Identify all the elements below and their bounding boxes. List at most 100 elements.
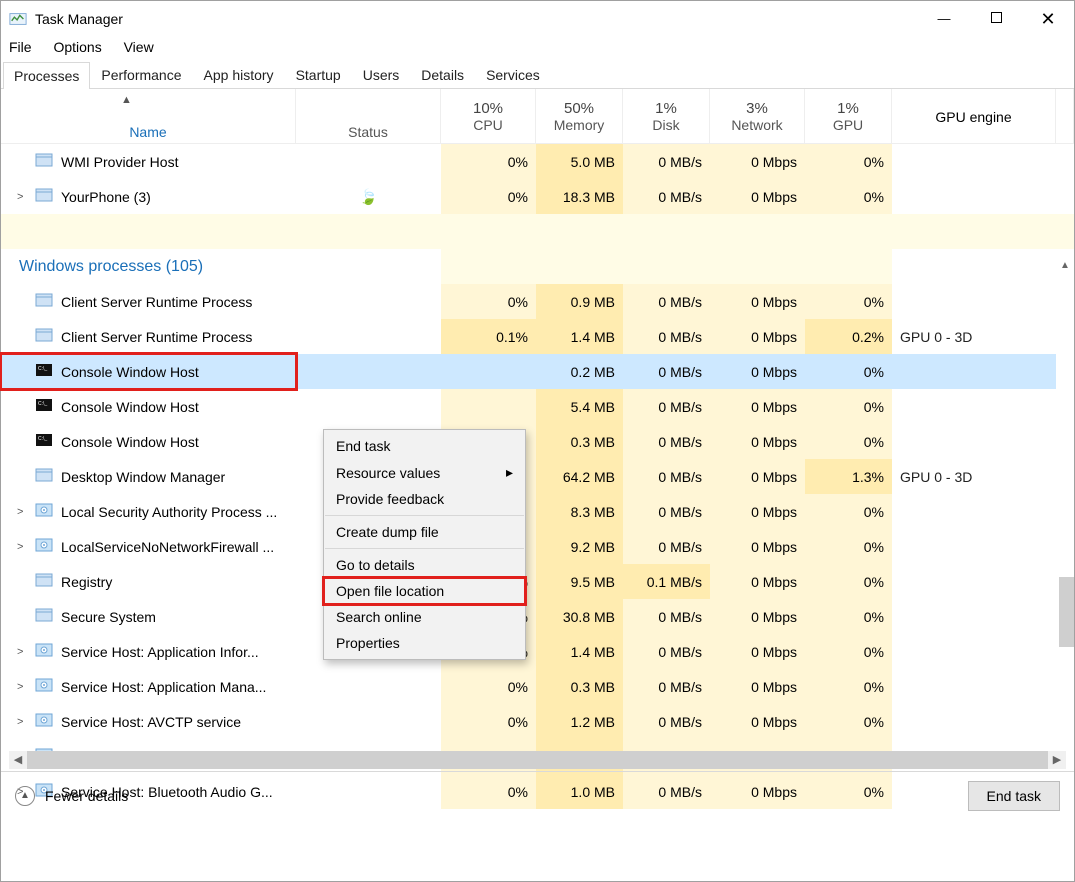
table-row[interactable]: Desktop Window Manager64.2 MB0 MB/s0 Mbp… [1, 459, 1074, 494]
expand-chevron-icon[interactable]: > [17, 646, 27, 658]
horizontal-scroll-thumb[interactable] [27, 751, 1048, 769]
mem-cell: 5.0 MB [536, 144, 623, 179]
context-menu-item-properties[interactable]: Properties [324, 630, 525, 656]
process-icon: C:\_ [35, 431, 53, 452]
tab-startup[interactable]: Startup [285, 61, 352, 88]
disk-cell: 0 MB/s [623, 319, 710, 354]
process-name-cell[interactable]: Client Server Runtime Process [1, 319, 296, 354]
gpu-cell: 0% [805, 389, 892, 424]
expand-chevron-icon[interactable]: > [17, 541, 27, 553]
process-name-cell[interactable]: > YourPhone (3) [1, 179, 296, 214]
tab-details[interactable]: Details [410, 61, 475, 88]
end-task-button[interactable]: End task [968, 781, 1060, 811]
expand-chevron-icon[interactable]: > [17, 191, 27, 203]
table-row[interactable]: >Service Host: Application Infor...0%1.4… [1, 634, 1074, 669]
table-row[interactable]: C:\_Console Window Host0.2 MB0 MB/s0 Mbp… [1, 354, 1074, 389]
table-row[interactable]: Registry0%9.5 MB0.1 MB/s0 Mbps0% [1, 564, 1074, 599]
col-cpu[interactable]: 10%CPU [441, 89, 536, 144]
svg-text:C:\_: C:\_ [38, 401, 47, 407]
menu-options[interactable]: Options [53, 39, 101, 55]
table-row[interactable]: WMI Provider Host0%5.0 MB0 MB/s0 Mbps0% [1, 144, 1074, 179]
process-name-cell[interactable]: >Service Host: Application Mana... [1, 669, 296, 704]
mem-cell: 64.2 MB [536, 459, 623, 494]
vertical-scrollbar[interactable]: ▲ [1056, 257, 1074, 749]
table-row[interactable]: Client Server Runtime Process0%0.9 MB0 M… [1, 284, 1074, 319]
disk-cell: 0 MB/s [623, 389, 710, 424]
context-menu-label: Go to details [336, 557, 415, 573]
table-row[interactable]: Client Server Runtime Process0.1%1.4 MB0… [1, 319, 1074, 354]
mem-cell: 8.3 MB [536, 494, 623, 529]
context-menu-item-open-file-location[interactable]: Open file location [324, 578, 525, 604]
context-menu-item-go-to-details[interactable]: Go to details [324, 552, 525, 578]
tab-performance[interactable]: Performance [90, 61, 192, 88]
table-row[interactable]: >LocalServiceNoNetworkFirewall ... 9.2 MB… [1, 529, 1074, 564]
cpu-cell [441, 389, 536, 424]
process-name-cell[interactable]: >Local Security Authority Process ... [1, 494, 296, 529]
context-menu-item-end-task[interactable]: End task [324, 433, 525, 459]
gpu-engine-cell [892, 354, 1056, 389]
mem-cell: 30.8 MB [536, 599, 623, 634]
fewer-details-button[interactable]: ▲ Fewer details [15, 786, 128, 806]
group-header-row[interactable]: Windows processes (105) [1, 249, 1074, 284]
tab-users[interactable]: Users [352, 61, 411, 88]
process-name-cell[interactable]: >Service Host: Application Infor... [1, 634, 296, 669]
table-row[interactable]: >Service Host: Application Mana...0%0.3 … [1, 669, 1074, 704]
mem-cell: 9.2 MB [536, 529, 623, 564]
menu-file[interactable]: File [9, 39, 32, 55]
expand-chevron-icon[interactable]: > [17, 716, 27, 728]
process-name: YourPhone (3) [61, 189, 151, 205]
context-menu-item-create-dump-file[interactable]: Create dump file [324, 519, 525, 545]
context-menu-item-search-online[interactable]: Search online [324, 604, 525, 630]
status-cell [296, 319, 441, 354]
expand-chevron-icon[interactable]: > [17, 506, 27, 518]
process-name-cell[interactable]: Registry [1, 564, 296, 599]
table-row[interactable]: C:\_Console Window Host5.4 MB0 MB/s0 Mbp… [1, 389, 1074, 424]
scroll-up-icon[interactable]: ▲ [1056, 257, 1074, 275]
process-name-cell[interactable]: WMI Provider Host [1, 144, 296, 179]
process-icon [35, 186, 53, 207]
process-name-cell[interactable]: Client Server Runtime Process [1, 284, 296, 319]
col-memory[interactable]: 50%Memory [536, 89, 623, 144]
col-network[interactable]: 3%Network [710, 89, 805, 144]
process-name-cell[interactable]: >Service Host: AVCTP service [1, 704, 296, 739]
close-button[interactable]: ✕ [1022, 4, 1074, 34]
col-gpu[interactable]: 1%GPU [805, 89, 892, 144]
cpu-cell: 0% [441, 704, 536, 739]
table-row[interactable]: C:\_Console Window Host0.3 MB0 MB/s0 Mbp… [1, 424, 1074, 459]
menu-view[interactable]: View [124, 39, 154, 55]
table-row[interactable]: >YourPhone (3)🍃0%18.3 MB0 MB/s0 Mbps0% [1, 179, 1074, 214]
col-disk[interactable]: 1%Disk [623, 89, 710, 144]
scroll-left-icon[interactable]: ◀ [9, 751, 27, 769]
process-name-cell[interactable]: C:\_ Console Window Host [1, 389, 296, 424]
maximize-button[interactable] [970, 4, 1022, 34]
context-menu-label: Resource values [336, 465, 440, 481]
context-menu-label: Provide feedback [336, 491, 444, 507]
context-menu-item-resource-values[interactable]: Resource values▸ [324, 459, 525, 486]
horizontal-scrollbar[interactable]: ◀ ▶ [9, 751, 1066, 769]
process-name-cell[interactable]: Desktop Window Manager [1, 459, 296, 494]
tab-services[interactable]: Services [475, 61, 551, 88]
minimize-button[interactable]: — [918, 4, 970, 34]
cpu-cell [441, 354, 536, 389]
scroll-right-icon[interactable]: ▶ [1048, 751, 1066, 769]
disk-cell: 0 MB/s [623, 144, 710, 179]
net-cell: 0 Mbps [710, 179, 805, 214]
vertical-scroll-thumb[interactable] [1059, 577, 1074, 647]
process-name-cell[interactable]: Secure System [1, 599, 296, 634]
table-row[interactable]: Secure System0%30.8 MB0 MB/s0 Mbps0% [1, 599, 1074, 634]
table-row[interactable]: >Local Security Authority Process ... 8.3… [1, 494, 1074, 529]
status-cell [296, 704, 441, 739]
context-menu-item-provide-feedback[interactable]: Provide feedback [324, 486, 525, 512]
process-name-cell[interactable]: C:\_Console Window Host [1, 424, 296, 459]
col-status[interactable]: Status [296, 89, 441, 144]
col-name[interactable]: ▲ Name [1, 89, 296, 144]
process-name-cell[interactable]: >LocalServiceNoNetworkFirewall ... [1, 529, 296, 564]
tab-processes[interactable]: Processes [3, 62, 90, 89]
process-icon [35, 711, 53, 732]
expand-chevron-icon[interactable]: > [17, 681, 27, 693]
col-gpu-engine[interactable]: GPU engine [892, 89, 1056, 144]
process-name-cell[interactable]: C:\_Console Window Host [1, 354, 296, 389]
tab-app-history[interactable]: App history [193, 61, 285, 88]
process-name: Console Window Host [61, 399, 199, 415]
table-row[interactable]: >Service Host: AVCTP service0%1.2 MB0 MB… [1, 704, 1074, 739]
